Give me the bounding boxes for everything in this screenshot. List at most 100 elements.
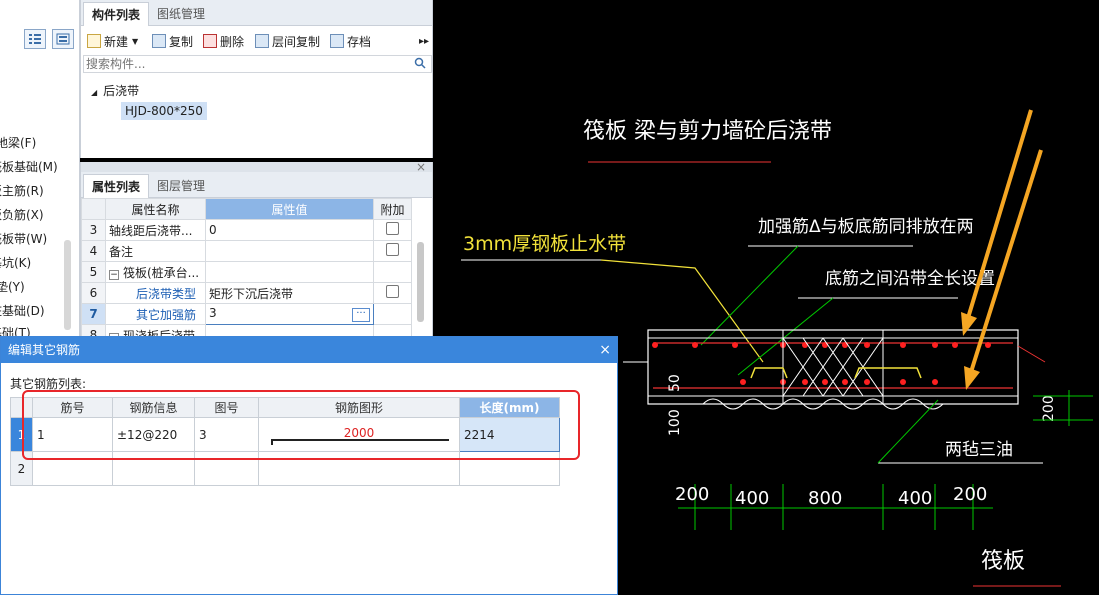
table-row[interactable]: 5 − 筏板(桩承台... <box>81 261 412 283</box>
property-value[interactable]: 0 <box>205 219 374 241</box>
left-item[interactable]: 垫(Y) <box>0 278 25 295</box>
copy-button[interactable]: 复制 <box>152 32 193 50</box>
left-item[interactable]: 板主筋(R) <box>0 182 44 199</box>
edit-other-rebar-dialog: 编辑其它钢筋 × 其它钢筋列表: 筋号 钢筋信息 图号 钢筋图形 长度(mm) … <box>0 336 618 595</box>
property-scrollbar[interactable] <box>417 242 424 322</box>
tab-drawing-management[interactable]: 图纸管理 <box>149 2 213 26</box>
header-cell[interactable]: 属性值 <box>205 198 374 220</box>
figure-number-cell[interactable]: 3 <box>194 417 259 452</box>
left-item[interactable]: 筏板基础(M) <box>0 158 58 175</box>
tab-component-list[interactable]: 构件列表 <box>83 2 150 26</box>
attach-cell <box>373 261 412 283</box>
attach-checkbox[interactable] <box>386 243 399 256</box>
length-cell[interactable] <box>459 451 560 486</box>
left-scrollbar[interactable] <box>64 240 71 330</box>
header-cell: 附加 <box>373 198 412 220</box>
tab-layer-management[interactable]: 图层管理 <box>149 174 213 198</box>
dim-label: 200 <box>953 484 987 505</box>
header-cell: 图号 <box>194 397 259 418</box>
row-number: 2 <box>10 451 33 486</box>
new-label: 新建 <box>104 34 129 49</box>
floor-copy-icon <box>255 34 269 48</box>
rebar-list-label: 其它钢筋列表: <box>10 377 87 391</box>
waterproof-label: 两毡三油 <box>945 440 1013 460</box>
dim-label: 400 <box>898 488 932 509</box>
collapse-icon[interactable]: − <box>109 269 119 280</box>
panel-splitter[interactable] <box>81 162 432 172</box>
shape-length-label: 2000 <box>343 426 375 440</box>
table-row[interactable]: 7 其它加强筋 3 ··· <box>81 303 412 325</box>
table-row[interactable]: 1 1 ±12@220 3 2000 2214 <box>10 417 560 452</box>
bar-info-cell[interactable]: ±12@220 <box>112 417 195 452</box>
component-toolbar: 新建 ▼ 复制 删除 层间复制 存档 ▸▸ <box>81 28 432 54</box>
left-item[interactable]: 筏板带(W) <box>0 230 47 247</box>
bar-shape-hook <box>271 439 273 445</box>
property-group[interactable]: − 筏板(桩承台... <box>105 261 206 283</box>
more-icon[interactable]: ▸▸ <box>419 32 429 50</box>
detail-view-icon[interactable] <box>52 29 74 49</box>
component-list-panel: 构件列表 图纸管理 新建 ▼ 复制 删除 层间复制 存档 ▸▸ 搜索构件... … <box>80 0 433 158</box>
chevron-down-icon: ▼ <box>132 36 139 46</box>
bar-shape-cell[interactable]: 2000 <box>258 417 460 452</box>
length-cell[interactable]: 2214 <box>459 417 560 452</box>
header-cell[interactable]: 长度(mm) <box>459 397 560 418</box>
left-item[interactable]: 基坑(K) <box>0 254 31 271</box>
tree-parent[interactable]: ◢ 后浇带 <box>91 82 139 99</box>
leader-line <box>600 259 764 363</box>
table-row[interactable]: 2 <box>10 451 560 486</box>
dim-200-right: 200 <box>1041 395 1057 422</box>
left-item[interactable]: 桩基础(D) <box>0 302 45 319</box>
figure-number-cell[interactable] <box>194 451 259 486</box>
floor-copy-label: 层间复制 <box>272 34 321 49</box>
leader-line <box>877 399 939 464</box>
property-value: 3 <box>209 306 217 320</box>
header-cell: 钢筋信息 <box>112 397 195 418</box>
delete-icon <box>203 34 217 48</box>
table-row[interactable]: 3 轴线距后浇带... 0 <box>81 219 412 241</box>
property-value[interactable] <box>205 240 374 262</box>
bar-shape-line <box>271 439 449 441</box>
row-number: 3 <box>81 219 106 241</box>
row-number: 5 <box>81 261 106 283</box>
attach-checkbox[interactable] <box>386 285 399 298</box>
tree-child[interactable]: HJD-800*250 <box>121 102 207 120</box>
property-value-cell[interactable]: 3 ··· <box>205 303 374 325</box>
rebar-dots <box>652 342 991 385</box>
list-view-icon[interactable] <box>24 29 46 49</box>
slab-outline <box>647 329 1019 405</box>
component-search <box>83 55 432 73</box>
attach-cell <box>373 240 412 262</box>
new-button[interactable]: 新建 ▼ <box>87 32 138 50</box>
attach-cell <box>373 219 412 241</box>
bar-info-cell[interactable] <box>112 451 195 486</box>
row-number: 6 <box>81 282 106 304</box>
tab-property-list[interactable]: 属性列表 <box>83 174 150 198</box>
delete-button[interactable]: 删除 <box>203 32 244 50</box>
arrow-head-icon <box>961 312 977 336</box>
bar-number-cell[interactable]: 1 <box>32 417 113 452</box>
left-item[interactable]: 板负筋(X) <box>0 206 44 223</box>
header-cell <box>10 397 33 418</box>
property-value[interactable]: 矩形下沉后浇带 <box>205 282 374 304</box>
left-item[interactable]: 地梁(F) <box>0 134 36 151</box>
table-row[interactable]: 6 后浇带类型 矩形下沉后浇带 <box>81 282 412 304</box>
table-row[interactable]: 4 备注 <box>81 240 412 262</box>
property-tabbar: 属性列表 图层管理 <box>81 172 432 198</box>
archive-button[interactable]: 存档 <box>330 32 371 50</box>
floor-copy-button[interactable]: 层间复制 <box>255 32 320 50</box>
ellipsis-button[interactable]: ··· <box>352 308 370 322</box>
header-cell: 钢筋图形 <box>258 397 460 418</box>
bar-shape-cell[interactable] <box>258 451 460 486</box>
component-tabbar: 构件列表 图纸管理 <box>81 0 432 26</box>
note-full-length: 底筋之间沿带全长设置 <box>825 269 995 289</box>
expand-triangle-icon[interactable]: ◢ <box>91 88 97 97</box>
archive-label: 存档 <box>347 34 372 49</box>
close-icon[interactable]: × <box>599 337 611 363</box>
attach-checkbox[interactable] <box>386 222 399 235</box>
bar-number-cell[interactable] <box>32 451 113 486</box>
search-icon[interactable] <box>414 57 426 72</box>
dialog-title-bar[interactable]: 编辑其它钢筋 × <box>1 337 617 363</box>
property-name: 轴线距后浇带... <box>105 219 206 241</box>
search-input[interactable] <box>84 56 384 72</box>
tree-parent-label: 后浇带 <box>103 84 140 98</box>
